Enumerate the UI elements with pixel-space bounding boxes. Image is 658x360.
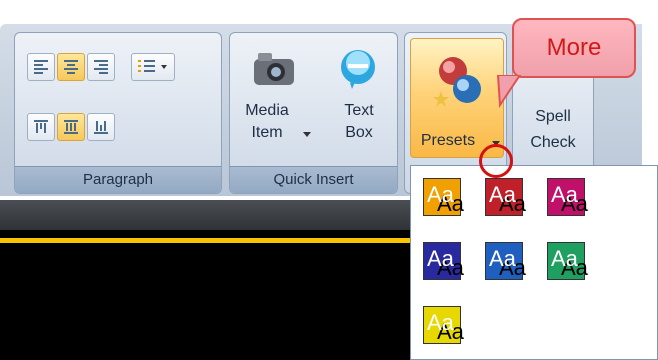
- editor-toolbar-strip: [0, 200, 410, 230]
- preset-swatch-red[interactable]: Aa Aa: [485, 178, 526, 216]
- valign-top-icon: [34, 120, 48, 133]
- align-center-icon: [64, 60, 78, 74]
- text-box-button[interactable]: Text Box: [326, 43, 392, 163]
- preset-swatch-blue[interactable]: Aa Aa: [485, 242, 526, 280]
- align-center-button[interactable]: [57, 53, 85, 81]
- preset-swatch-green[interactable]: Aa Aa: [547, 242, 588, 280]
- bullets-icon: [138, 60, 167, 72]
- camera-icon: [254, 53, 294, 85]
- valign-middle-icon: [64, 120, 78, 134]
- preset-swatch-gold[interactable]: Aa Aa: [423, 178, 464, 216]
- media-item-label-line2: Item: [251, 124, 283, 141]
- presets-button[interactable]: Presets: [410, 38, 504, 158]
- presets-label: Presets: [420, 132, 476, 149]
- spell-check-label-line2: Check: [530, 134, 576, 151]
- valign-top-button[interactable]: [27, 113, 55, 141]
- presets-icon: [433, 57, 481, 107]
- media-item-label-line1: Media: [245, 102, 289, 119]
- paragraph-group: Paragraph: [14, 32, 222, 194]
- presets-dropdown-arrow-highlight: [479, 144, 513, 178]
- bullets-dropdown-button[interactable]: [131, 53, 175, 81]
- align-left-icon: [34, 60, 48, 74]
- text-box-label-line1: Text: [344, 102, 374, 119]
- align-right-icon: [94, 60, 108, 74]
- align-right-button[interactable]: [87, 53, 115, 81]
- chevron-down-icon: [303, 132, 311, 137]
- valign-middle-button[interactable]: [57, 113, 85, 141]
- paragraph-group-label: Paragraph: [15, 166, 221, 193]
- text-box-label-line2: Box: [345, 124, 373, 141]
- text-box-icon: [341, 50, 375, 89]
- callout-pointer: [496, 75, 522, 109]
- valign-bottom-button[interactable]: [87, 113, 115, 141]
- preset-swatch-navy[interactable]: Aa Aa: [423, 242, 464, 280]
- valign-bottom-icon: [94, 121, 108, 134]
- preset-swatch-magenta[interactable]: Aa Aa: [547, 178, 588, 216]
- quick-insert-group: Media Item Text Box Quick Insert: [229, 32, 398, 194]
- quick-insert-group-label: Quick Insert: [230, 166, 397, 193]
- align-left-button[interactable]: [27, 53, 55, 81]
- accent-line: [0, 238, 410, 243]
- preset-swatch-yellow[interactable]: Aa Aa: [423, 306, 464, 344]
- presets-dropdown: Aa Aa Aa Aa Aa Aa Aa Aa Aa Aa Aa Aa Aa Aa: [410, 165, 658, 360]
- more-callout-text: More: [546, 34, 602, 61]
- more-callout: More: [512, 18, 636, 78]
- media-item-button[interactable]: Media Item: [236, 43, 314, 163]
